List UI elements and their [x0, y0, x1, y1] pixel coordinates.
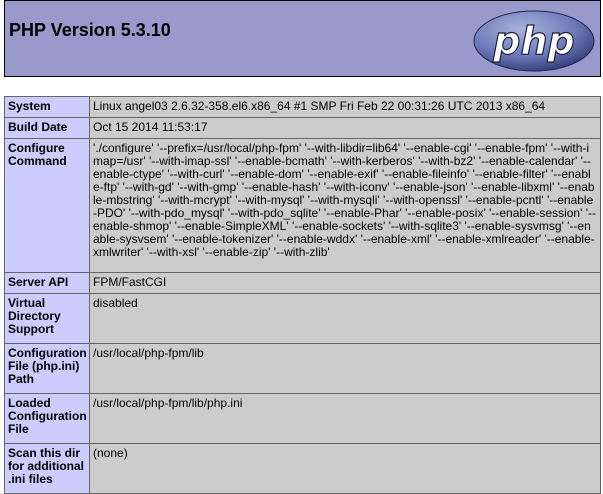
row-label: Build Date	[4, 117, 90, 139]
row-value: /usr/local/php-fpm/lib/php.ini	[89, 393, 601, 444]
table-row: Configuration File (php.ini) Path /usr/l…	[4, 343, 601, 394]
table-row: Build Date Oct 15 2014 11:53:17	[4, 117, 601, 139]
row-value: FPM/FastCGI	[89, 272, 601, 294]
row-label: Virtual Directory Support	[4, 293, 90, 344]
row-label: Loaded Configuration File	[4, 393, 90, 444]
row-value: (none)	[89, 443, 601, 494]
info-table: System Linux angel03 2.6.32-358.el6.x86_…	[4, 96, 601, 494]
table-row: Virtual Directory Support disabled	[4, 293, 601, 344]
row-label: System	[4, 96, 90, 118]
row-value: './configure' '--prefix=/usr/local/php-f…	[89, 138, 601, 273]
row-value: /usr/local/php-fpm/lib	[89, 343, 601, 394]
row-label: Configuration File (php.ini) Path	[4, 343, 90, 394]
page-title: PHP Version 5.3.10	[9, 20, 171, 40]
row-value: Oct 15 2014 11:53:17	[89, 117, 601, 139]
php-logo-text: php	[492, 19, 574, 63]
row-value: disabled	[89, 293, 601, 344]
table-row: Server API FPM/FastCGI	[4, 272, 601, 294]
php-logo-icon[interactable]: php	[473, 10, 595, 72]
page-header: PHP Version 5.3.10 php	[4, 0, 601, 77]
row-label: Scan this dir for additional .ini files	[4, 443, 90, 494]
table-row: Loaded Configuration File /usr/local/php…	[4, 393, 601, 444]
row-value: Linux angel03 2.6.32-358.el6.x86_64 #1 S…	[89, 96, 601, 118]
row-label: Server API	[4, 272, 90, 294]
table-row: System Linux angel03 2.6.32-358.el6.x86_…	[4, 96, 601, 118]
table-row: Scan this dir for additional .ini files …	[4, 443, 601, 494]
table-row: Configure Command './configure' '--prefi…	[4, 138, 601, 273]
row-label: Configure Command	[4, 138, 90, 273]
